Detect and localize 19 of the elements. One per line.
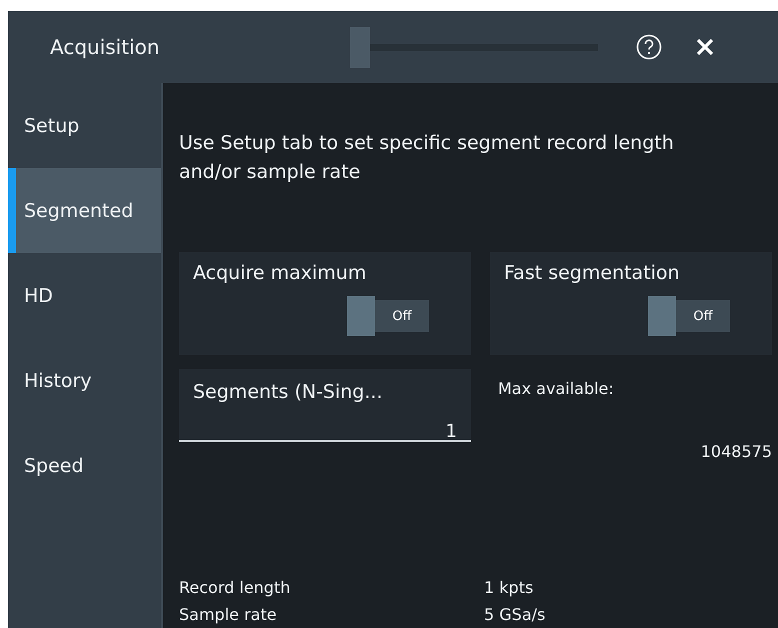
close-icon[interactable] [696, 38, 714, 56]
scroll-bar[interactable] [350, 26, 598, 68]
sidebar-tab[interactable]: Setup [8, 83, 161, 168]
sidebar-tab[interactable]: Speed [8, 423, 161, 508]
max-available-label: Max available: [498, 379, 615, 398]
sidebar-tab[interactable]: Segmented [8, 168, 161, 253]
info-value: 5 GSa/s [484, 605, 546, 624]
toggle-label: Acquire maximum [193, 262, 368, 284]
hint-text: Use Setup tab to set specific segment record length and/or sample rate [179, 131, 675, 185]
info-value: 1 kpts [484, 578, 534, 597]
toggle-label: Fast segmentation [504, 262, 681, 284]
sidebar-tab[interactable]: HD [8, 253, 161, 338]
help-icon[interactable] [636, 34, 662, 60]
window-title: Acquisition [50, 35, 161, 59]
max-available-value: 1048575 [700, 442, 772, 461]
sidebar-tab[interactable]: History [8, 338, 161, 423]
segments-field[interactable]: Segments (N-Sing... 1 [179, 369, 471, 442]
info-label: Record length [179, 578, 292, 597]
info-label: Sample rate [179, 605, 278, 624]
